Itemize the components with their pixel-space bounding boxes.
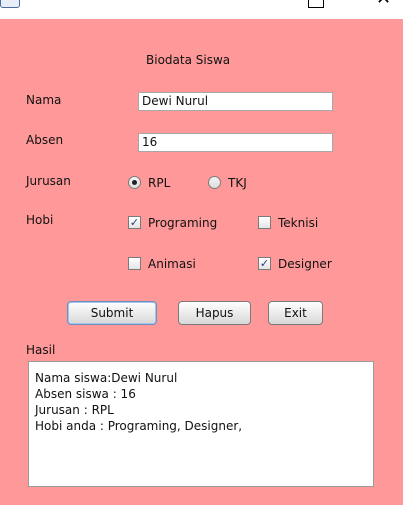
title-bar: ✕ — [0, 0, 403, 19]
checkbox-teknisi-label: Teknisi — [278, 216, 319, 230]
maximize-button[interactable] — [308, 0, 324, 8]
hasil-line: Absen siswa : 16 — [35, 387, 136, 401]
close-button[interactable]: ✕ — [376, 0, 391, 8]
checkbox-teknisi-box[interactable] — [258, 216, 271, 229]
submit-button[interactable]: Submit — [67, 301, 157, 325]
form-heading: Biodata Siswa — [146, 53, 231, 67]
hasil-line: Jurusan : RPL — [35, 403, 114, 417]
checkbox-animasi-box[interactable] — [128, 257, 141, 270]
absen-field[interactable]: 16 — [138, 133, 333, 152]
radio-tkj-indicator[interactable] — [208, 176, 221, 189]
checkbox-animasi-label: Animasi — [148, 257, 196, 271]
hasil-line: Hobi anda : Programing, Designer, — [35, 419, 243, 433]
hapus-button[interactable]: Hapus — [178, 301, 251, 325]
java-app-icon — [0, 0, 20, 8]
nama-label: Nama — [26, 93, 62, 107]
jurusan-label: Jurusan — [26, 174, 71, 188]
radio-rpl-label: RPL — [148, 176, 171, 190]
radio-rpl-indicator[interactable] — [128, 176, 141, 189]
exit-button[interactable]: Exit — [268, 301, 323, 325]
hobi-label: Hobi — [26, 213, 54, 227]
hasil-line: Nama siswa:Dewi Nurul — [35, 371, 178, 385]
hasil-label: Hasil — [26, 343, 56, 357]
checkbox-programing-box[interactable]: ✓ — [128, 216, 141, 229]
nama-field[interactable]: Dewi Nurul — [138, 92, 333, 111]
checkbox-designer-label: Designer — [278, 257, 332, 271]
absen-label: Absen — [26, 133, 64, 147]
radio-tkj-label: TKJ — [228, 176, 247, 190]
hasil-textarea[interactable]: Nama siswa:Dewi Nurul Absen siswa : 16 J… — [28, 361, 374, 487]
checkbox-designer-box[interactable]: ✓ — [258, 257, 271, 270]
checkbox-programing-label: Programing — [148, 216, 218, 230]
